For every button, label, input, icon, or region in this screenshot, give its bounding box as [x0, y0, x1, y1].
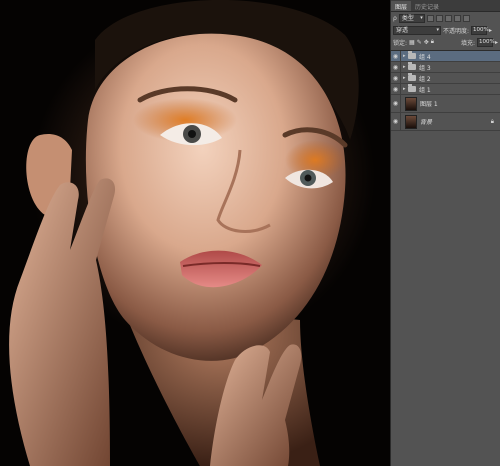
visibility-eye-icon[interactable]: ◉ — [391, 73, 401, 83]
lock-icon: 🔒︎ — [490, 117, 494, 125]
layer-row[interactable]: ◉ ▸ 组 1 — [391, 84, 500, 95]
layer-name: 背景 — [420, 119, 433, 126]
folder-icon — [408, 51, 416, 59]
fill-label: 填充: — [460, 39, 475, 47]
opacity-input[interactable]: 100% — [471, 25, 489, 35]
lock-label: 锁定: — [393, 39, 408, 47]
folder-icon — [408, 73, 416, 81]
fill-arrow-icon[interactable]: ▸ — [495, 39, 498, 46]
lock-row: 锁定: ▦ ✎ ✥ 🔒︎ 填充: 100% ▸ — [391, 36, 500, 48]
layer-name: 组 2 — [419, 75, 431, 83]
adjustment-filter-icon[interactable] — [435, 14, 443, 22]
expand-triangle-icon[interactable]: ▸ — [401, 75, 407, 81]
filter-icon: ρ — [393, 14, 397, 22]
smart-object-filter-icon[interactable] — [462, 14, 470, 22]
layer-name: 组 1 — [419, 86, 431, 94]
layers-panel: 图层 历史记录 ρ 类型 ▾ 穿透 ▾ 不透明度: 100% ▸ 锁定: ▦ ✎ ✥… — [390, 0, 500, 466]
lock-move-icon[interactable]: ✥ — [424, 39, 429, 46]
visibility-eye-icon[interactable]: ◉ — [391, 51, 401, 61]
photo-canvas[interactable] — [0, 0, 390, 466]
shape-filter-icon[interactable] — [453, 14, 461, 22]
visibility-eye-icon[interactable]: ◉ — [391, 62, 401, 72]
visibility-eye-icon[interactable]: ◉ — [391, 113, 401, 130]
layer-name: 组 4 — [419, 53, 431, 61]
panel-tabs: 图层 历史记录 — [391, 0, 500, 12]
chevron-down-icon: ▾ — [436, 26, 439, 33]
lock-transparent-icon[interactable]: ▦ — [409, 39, 415, 46]
portrait-image — [9, 0, 359, 466]
blend-mode-select[interactable]: 穿透 ▾ — [393, 25, 441, 35]
layer-list: ◉ ▸ 组 4 ◉ ▸ 组 3 ◉ ▸ 组 2 ◉ ▸ 组 1 ◉ 图层 1 ◉… — [391, 50, 500, 131]
layer-row[interactable]: ◉ ▸ 组 4 — [391, 51, 500, 62]
blend-row: 穿透 ▾ 不透明度: 100% ▸ — [391, 24, 500, 36]
type-filter-icon[interactable] — [444, 14, 452, 22]
layer-row[interactable]: ◉ ▸ 组 3 — [391, 62, 500, 73]
layer-name: 组 3 — [419, 64, 431, 72]
filter-row: ρ 类型 ▾ — [391, 12, 500, 24]
expand-triangle-icon[interactable]: ▸ — [401, 53, 407, 59]
visibility-eye-icon[interactable]: ◉ — [391, 84, 401, 94]
folder-icon — [408, 62, 416, 70]
chevron-down-icon: ▾ — [420, 14, 423, 21]
lock-all-icon[interactable]: 🔒︎ — [431, 38, 434, 46]
layer-thumbnail — [405, 96, 417, 111]
folder-icon — [408, 84, 416, 92]
layer-name: 图层 1 — [420, 101, 438, 108]
fill-input[interactable]: 100% — [476, 37, 495, 47]
tab-layers[interactable]: 图层 — [391, 1, 412, 11]
pixel-filter-icon[interactable] — [426, 14, 434, 22]
layer-row[interactable]: ◉ 背景 🔒︎ — [391, 113, 500, 131]
lock-paint-icon[interactable]: ✎ — [417, 39, 422, 46]
visibility-eye-icon[interactable]: ◉ — [391, 95, 401, 112]
layer-thumbnail — [405, 114, 417, 129]
expand-triangle-icon[interactable]: ▸ — [401, 86, 407, 92]
layer-row[interactable]: ◉ ▸ 组 2 — [391, 73, 500, 84]
tab-history[interactable]: 历史记录 — [411, 1, 443, 11]
opacity-label: 不透明度: — [443, 27, 470, 35]
opacity-arrow-icon[interactable]: ▸ — [489, 27, 492, 34]
expand-triangle-icon[interactable]: ▸ — [401, 64, 407, 70]
layer-row[interactable]: ◉ 图层 1 — [391, 95, 500, 113]
filter-type-select[interactable]: 类型 ▾ — [398, 13, 425, 23]
